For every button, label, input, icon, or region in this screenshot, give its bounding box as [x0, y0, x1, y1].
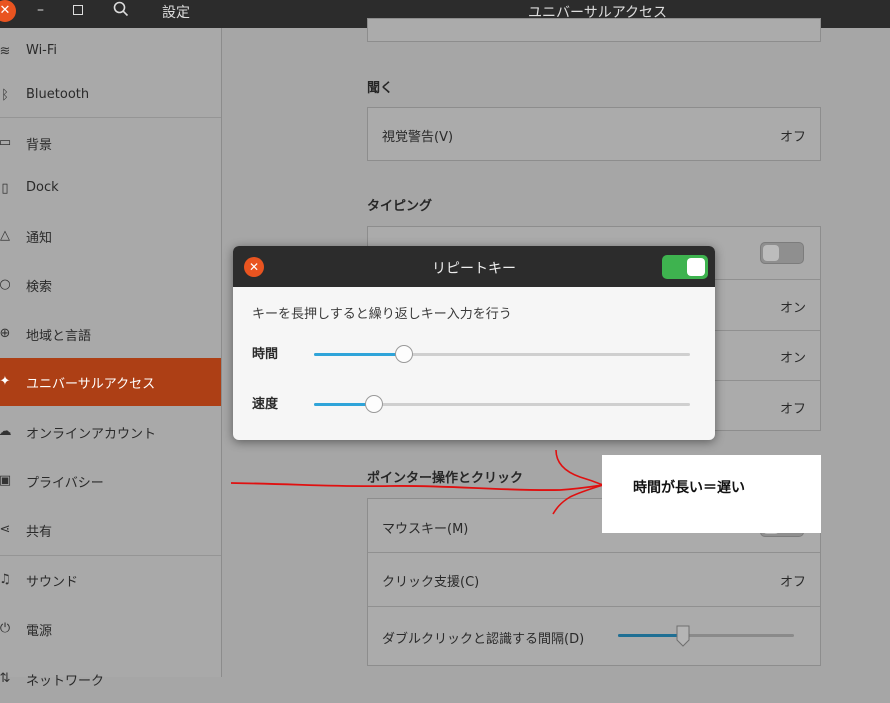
sidebar-item-background[interactable]: ▭ 背景	[0, 119, 221, 167]
typing-toggle[interactable]	[760, 242, 804, 264]
dialog-description: キーを長押しすると繰り返しキー入力を行う	[252, 307, 512, 322]
click-assist-value: オフ	[779, 575, 806, 590]
sidebar-item-label: ネットワーク	[26, 674, 105, 689]
dock-icon: ▯	[1, 181, 9, 196]
sidebar-item-dock[interactable]: ▯ Dock	[0, 165, 221, 213]
sidebar-item-label: Wi-Fi	[26, 43, 58, 58]
sidebar-item-region-language[interactable]: ⊕ 地域と言語	[0, 310, 221, 358]
sidebar-item-label: サウンド	[26, 575, 79, 590]
sidebar-divider	[0, 117, 221, 118]
maximize-button[interactable]	[73, 5, 83, 15]
sidebar-item-label: 電源	[26, 624, 53, 639]
power-icon: ⏻	[0, 621, 11, 636]
sidebar-item-label: 地域と言語	[26, 329, 92, 344]
wifi-icon: ≋	[0, 44, 11, 59]
visual-alerts-value: オフ	[779, 130, 806, 145]
sidebar-item-label: 共有	[26, 525, 53, 540]
sidebar-item-label: 検索	[26, 280, 53, 295]
speed-slider-knob[interactable]	[365, 395, 384, 413]
sidebar-item-power[interactable]: ⏻ 電源	[0, 605, 221, 653]
toggle-knob	[687, 258, 705, 276]
typing-section-title: タイピング	[367, 199, 433, 214]
share-icon: ⋖	[0, 522, 11, 537]
hearing-section-title: 聞く	[367, 81, 394, 96]
toggle-knob	[763, 245, 779, 261]
search-icon[interactable]	[113, 1, 129, 17]
typing-row-2-value[interactable]: オン	[780, 297, 806, 316]
sidebar-item-notifications[interactable]: △ 通知	[0, 212, 221, 260]
dialog-title: リピートキー	[432, 261, 516, 277]
double-click-slider-fill	[618, 634, 684, 637]
sidebar-item-label: 通知	[26, 231, 53, 246]
sidebar-item-bluetooth[interactable]: ᛒ Bluetooth	[0, 72, 221, 120]
globe-icon: ⊕	[0, 326, 11, 341]
sidebar-item-label: 背景	[26, 138, 53, 153]
network-icon: ⇅	[0, 671, 11, 686]
sidebar-item-privacy[interactable]: ▣ プライバシー	[0, 457, 221, 505]
sidebar-item-label: オンラインアカウント	[26, 427, 157, 442]
sidebar-item-label: Bluetooth	[26, 87, 90, 102]
sidebar-item-wifi[interactable]: ≋ Wi-Fi	[0, 28, 221, 76]
sidebar: ≋ Wi-Fi ᛒ Bluetooth ▭ 背景 ▯ Dock △ 通知 ○ 検…	[0, 28, 222, 689]
click-assist-label[interactable]: クリック支援(C)	[382, 571, 479, 590]
speed-label: 速度	[252, 397, 279, 412]
window-close-button[interactable]: ✕	[0, 0, 16, 22]
annotation-text: 時間が長い＝遅い	[633, 480, 745, 496]
sidebar-item-universal-access[interactable]: ✦ ユニバーサルアクセス	[0, 358, 221, 406]
repeat-keys-dialog: ✕ リピートキー キーを長押しすると繰り返しキー入力を行う 時間 速度	[233, 246, 715, 440]
sidebar-item-network[interactable]: ⇅ ネットワーク	[0, 655, 221, 703]
sidebar-item-online-accounts[interactable]: ☁ オンラインアカウント	[0, 408, 221, 456]
annotation-box: 時間が長い＝遅い	[602, 455, 821, 533]
dialog-header: ✕ リピートキー	[233, 246, 715, 287]
sidebar-item-label: ユニバーサルアクセス	[26, 377, 156, 392]
typing-row-4-value[interactable]: オフ	[780, 398, 806, 417]
mouse-keys-label[interactable]: マウスキー(M)	[382, 518, 468, 537]
sidebar-item-sound[interactable]: ♫ サウンド	[0, 556, 221, 604]
previous-section-frame	[367, 18, 821, 42]
sidebar-item-label: Dock	[26, 180, 59, 195]
pointer-section-title: ポインター操作とクリック	[367, 471, 524, 486]
bluetooth-icon: ᛒ	[1, 88, 9, 103]
double-click-slider-knob[interactable]	[675, 625, 691, 647]
hearing-list: 視覚警告(V) オフ	[367, 107, 821, 161]
cloud-icon: ☁	[0, 424, 12, 439]
lock-icon: ▣	[0, 473, 12, 488]
typing-row-3-value[interactable]: オン	[780, 347, 806, 366]
row-divider	[368, 552, 820, 553]
double-click-delay-label: ダブルクリックと認識する間隔(D)	[382, 632, 585, 647]
bell-icon: △	[0, 228, 10, 243]
background-icon: ▭	[0, 135, 12, 150]
accessibility-icon: ✦	[0, 374, 11, 389]
visual-alerts-label[interactable]: 視覚警告(V)	[382, 126, 453, 145]
app-title: 設定	[162, 5, 190, 21]
sidebar-item-sharing[interactable]: ⋖ 共有	[0, 506, 221, 554]
search-icon: ○	[0, 277, 11, 292]
repeat-keys-toggle[interactable]	[662, 255, 708, 279]
delay-label: 時間	[252, 347, 279, 362]
music-note-icon: ♫	[0, 572, 11, 587]
minimize-button[interactable]: –	[37, 2, 44, 18]
delay-slider-knob[interactable]	[395, 345, 414, 363]
sidebar-item-label: プライバシー	[26, 476, 104, 491]
delay-slider-fill	[314, 353, 405, 356]
sidebar-item-search[interactable]: ○ 検索	[0, 261, 221, 309]
row-divider	[368, 606, 820, 607]
